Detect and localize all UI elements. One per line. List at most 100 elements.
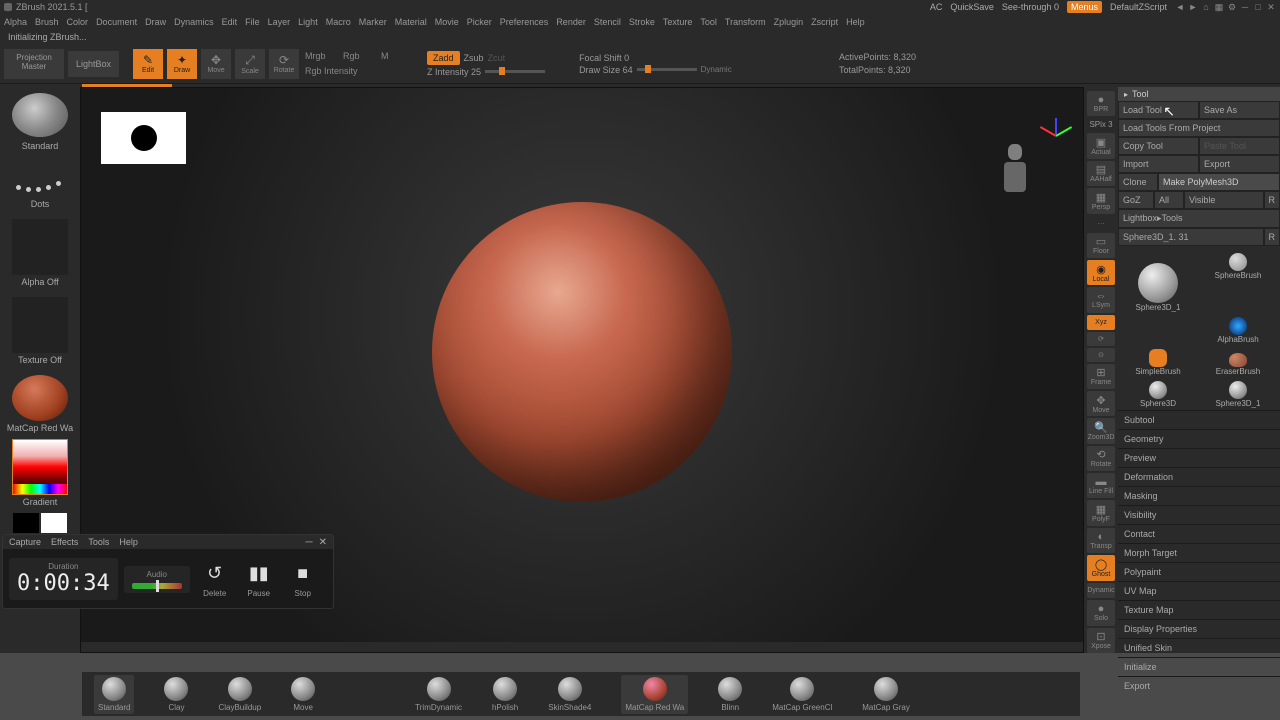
aahalf-button[interactable]: ▤AAHalf: [1087, 161, 1115, 186]
zadd-button[interactable]: Zadd: [427, 51, 460, 65]
dynamic-toggle[interactable]: Dynamic: [701, 65, 732, 74]
move-view-button[interactable]: ✥Move: [1087, 391, 1115, 416]
tool-panel-header[interactable]: ▸Tool: [1118, 87, 1280, 101]
actual-button[interactable]: ▣Actual: [1087, 133, 1115, 158]
make-polymesh-button[interactable]: Make PolyMesh3D: [1158, 173, 1280, 191]
menu-alpha[interactable]: Alpha: [4, 17, 27, 27]
menu-preferences[interactable]: Preferences: [500, 17, 549, 27]
section-initialize[interactable]: Initialize: [1118, 657, 1280, 676]
section-masking[interactable]: Masking: [1118, 486, 1280, 505]
menu-file[interactable]: File: [245, 17, 260, 27]
menu-picker[interactable]: Picker: [467, 17, 492, 27]
draw-mode-button[interactable]: ✦Draw: [167, 49, 197, 79]
bottom-material-skinshade[interactable]: SkinShade4: [548, 677, 591, 712]
rec-menu-help[interactable]: Help: [119, 537, 138, 547]
lightbox-button[interactable]: LightBox: [68, 51, 119, 77]
menu-dynamics[interactable]: Dynamics: [174, 17, 214, 27]
load-from-project-button[interactable]: Load Tools From Project: [1118, 119, 1280, 137]
grid-icon[interactable]: ▦: [1214, 2, 1224, 12]
persp-button[interactable]: ▦Persp: [1087, 188, 1115, 213]
bpr-button[interactable]: ●BPR: [1087, 91, 1115, 116]
menu-zplugin[interactable]: Zplugin: [774, 17, 804, 27]
menu-brush[interactable]: Brush: [35, 17, 59, 27]
menu-light[interactable]: Light: [298, 17, 318, 27]
rotate-mode-button[interactable]: ⟳Rotate: [269, 49, 299, 79]
menu-stroke[interactable]: Stroke: [629, 17, 655, 27]
axis-gizmo[interactable]: [1041, 112, 1071, 152]
menu-draw[interactable]: Draw: [145, 17, 166, 27]
solo-button[interactable]: ●Solo: [1087, 600, 1115, 625]
rotate-view-button[interactable]: ⟲Rotate: [1087, 446, 1115, 471]
section-unified-skin[interactable]: Unified Skin: [1118, 638, 1280, 657]
tool-thumb-spherebrush[interactable]: SphereBrush: [1198, 248, 1278, 280]
dynamic-view-button[interactable]: Dynamic: [1087, 583, 1115, 599]
copy-tool-button[interactable]: Copy Tool: [1118, 137, 1199, 155]
zintensity-slider[interactable]: [485, 70, 545, 73]
rec-menu-tools[interactable]: Tools: [88, 537, 109, 547]
section-geometry[interactable]: Geometry: [1118, 429, 1280, 448]
goz-r-button[interactable]: R: [1264, 191, 1280, 209]
section-visibility[interactable]: Visibility: [1118, 505, 1280, 524]
maximize-icon[interactable]: □: [1253, 2, 1263, 12]
bottom-material-matcapred[interactable]: MatCap Red Wa: [621, 675, 688, 714]
xyz-button[interactable]: Xyz: [1087, 315, 1115, 331]
local-button[interactable]: ◉Local: [1087, 260, 1115, 285]
frame-button[interactable]: ⊞Frame: [1087, 364, 1115, 389]
projection-master-button[interactable]: Projection Master: [4, 49, 64, 79]
m-toggle[interactable]: M: [381, 51, 411, 61]
cz-button[interactable]: ⊙: [1087, 348, 1115, 362]
tool-thumb-eraserbrush[interactable]: EraserBrush: [1198, 344, 1278, 376]
lsym-button[interactable]: ⇔LSym: [1087, 287, 1115, 312]
menu-document[interactable]: Document: [96, 17, 137, 27]
stop-recording-button[interactable]: ■Stop: [284, 561, 322, 598]
bottom-brush-hpolish[interactable]: hPolish: [492, 677, 518, 712]
menu-texture[interactable]: Texture: [663, 17, 693, 27]
stroke-preview[interactable]: [12, 161, 68, 197]
camera-mannequin[interactable]: [997, 144, 1033, 216]
tool-thumb-sphere3d-1b[interactable]: Sphere3D_1: [1198, 376, 1278, 408]
section-preview[interactable]: Preview: [1118, 448, 1280, 467]
pause-recording-button[interactable]: ▮▮Pause: [240, 561, 278, 598]
clone-button[interactable]: Clone: [1118, 173, 1158, 191]
texture-preview[interactable]: [12, 297, 68, 353]
rec-close-icon[interactable]: ✕: [319, 537, 327, 548]
document-thumbnail[interactable]: [101, 112, 186, 164]
brush-preview[interactable]: [12, 93, 68, 137]
section-texture-map[interactable]: Texture Map: [1118, 600, 1280, 619]
bottom-brush-standard[interactable]: Standard: [94, 675, 134, 714]
next-icon[interactable]: ►: [1188, 2, 1198, 12]
tool-thumb-alphabrush[interactable]: AlphaBrush: [1198, 312, 1278, 344]
close-icon[interactable]: ✕: [1266, 2, 1276, 12]
home-icon[interactable]: ⌂: [1201, 2, 1211, 12]
swatch-primary[interactable]: [41, 513, 67, 533]
default-script[interactable]: DefaultZScript: [1110, 2, 1167, 12]
screen-recorder-window[interactable]: Capture Effects Tools Help ─ ✕ Duration …: [2, 534, 334, 609]
minimize-icon[interactable]: ─: [1240, 2, 1250, 12]
zcut-button[interactable]: Zcut: [488, 53, 506, 63]
section-uvmap[interactable]: UV Map: [1118, 581, 1280, 600]
import-button[interactable]: Import: [1118, 155, 1199, 173]
save-as-button[interactable]: Save As: [1199, 101, 1280, 119]
scale-mode-button[interactable]: ⤢Scale: [235, 49, 265, 79]
section-subtool[interactable]: Subtool: [1118, 410, 1280, 429]
floor-button[interactable]: ▭Floor: [1087, 233, 1115, 258]
bottom-brush-move[interactable]: Move: [291, 677, 315, 712]
seethrough-slider[interactable]: See-through 0: [1002, 2, 1059, 12]
transp-button[interactable]: ◐Transp: [1087, 528, 1115, 553]
section-polypaint[interactable]: Polypaint: [1118, 562, 1280, 581]
edit-mode-button[interactable]: ✎Edit: [133, 49, 163, 79]
tool-thumb-sphere3d[interactable]: Sphere3D: [1118, 376, 1198, 408]
menu-render[interactable]: Render: [556, 17, 586, 27]
audio-meter[interactable]: [132, 583, 182, 589]
polyf-button[interactable]: ▦PolyF: [1087, 500, 1115, 525]
menu-edit[interactable]: Edit: [222, 17, 238, 27]
xpose-button[interactable]: ⊡Xpose: [1087, 628, 1115, 653]
goz-visible-button[interactable]: Visible: [1184, 191, 1264, 209]
draw-size-slider[interactable]: [637, 68, 697, 71]
move-mode-button[interactable]: ✥Move: [201, 49, 231, 79]
tool-r-button[interactable]: R: [1264, 228, 1280, 246]
bottom-material-matcapgray[interactable]: MatCap Gray: [862, 677, 910, 712]
section-display-props[interactable]: Display Properties: [1118, 619, 1280, 638]
menu-zscript[interactable]: Zscript: [811, 17, 838, 27]
menu-movie[interactable]: Movie: [435, 17, 459, 27]
